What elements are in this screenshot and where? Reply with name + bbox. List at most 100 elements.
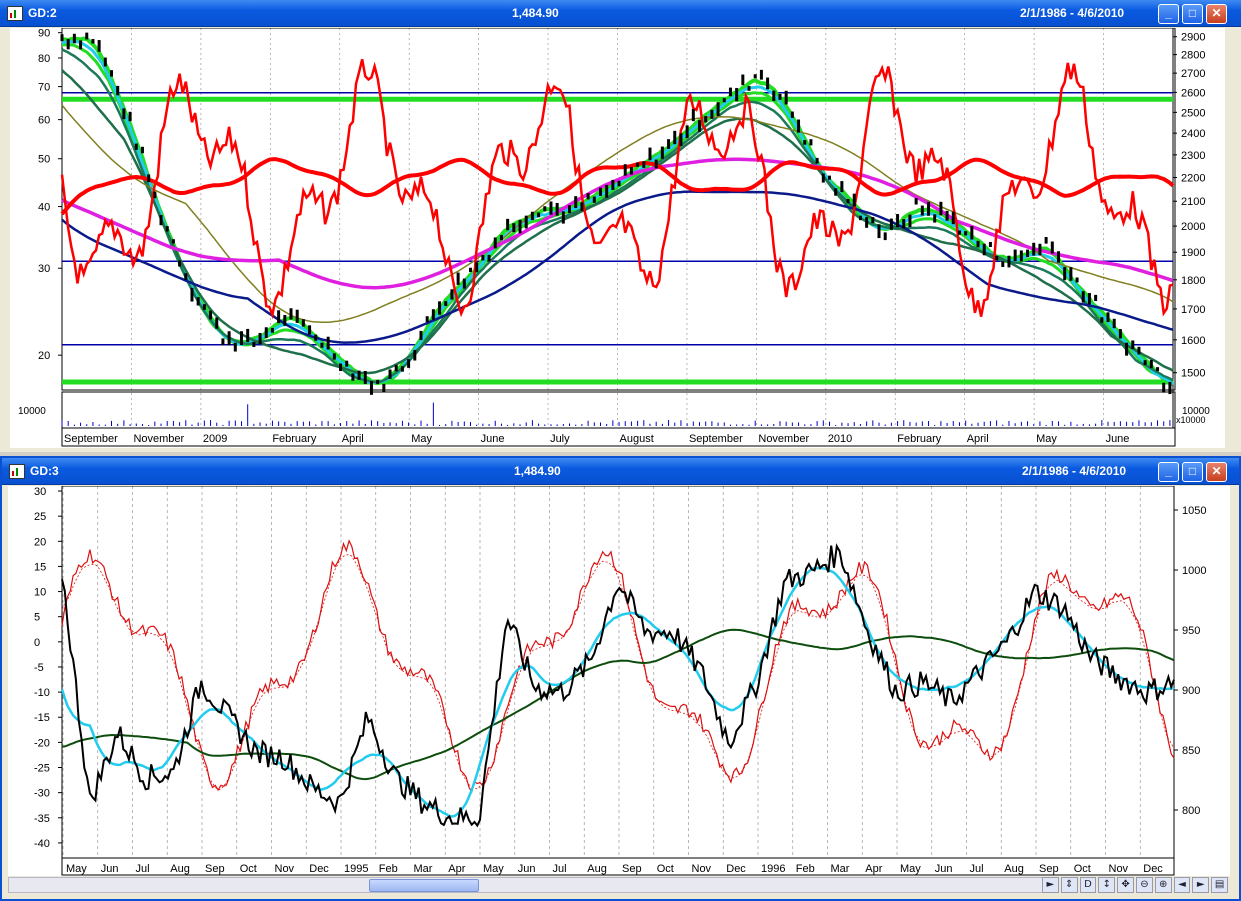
top-price-bar xyxy=(970,226,974,240)
top-right-tick-label: 2300 xyxy=(1181,150,1205,162)
prev-icon[interactable]: ◄ xyxy=(1173,877,1191,893)
bottom-left-tick-label: -15 xyxy=(34,712,50,724)
bottom-plot-frame xyxy=(61,485,1175,859)
top-price-bar xyxy=(72,33,76,44)
top-left-tick-label: 90 xyxy=(38,28,50,40)
pan-icon[interactable]: ↕ xyxy=(1098,877,1116,893)
top-price-bar xyxy=(506,218,510,231)
close-button[interactable]: ✕ xyxy=(1206,462,1227,482)
window-icon[interactable]: ▤ xyxy=(1211,877,1228,893)
top-price-bar xyxy=(598,187,602,196)
top-price-bar xyxy=(778,93,782,100)
top-price-bar xyxy=(939,201,943,216)
bottom-right-tick-label: 800 xyxy=(1182,805,1200,817)
bottom-plot-area: 30 25 20 15 10 5 0 -5 -10 -15 -20 -25 -30 -35 -40 1050… xyxy=(8,485,1230,876)
top-right-tick-label: 2500 xyxy=(1181,107,1205,119)
top-price-bar xyxy=(945,210,949,221)
zoom-out-icon[interactable]: ⊖ xyxy=(1135,877,1153,893)
top-price-bar xyxy=(438,301,442,315)
top-price-bar xyxy=(171,239,175,244)
bottom-title-bar[interactable]: GD:3 1,484.90 2/1/1986 - 4/6/2010 _ □ ✕ xyxy=(2,458,1239,485)
top-price-bar xyxy=(258,332,262,345)
next-icon[interactable]: ► xyxy=(1192,877,1210,893)
top-price-bar xyxy=(1112,318,1116,329)
top-price-bar xyxy=(376,379,380,384)
top-price-bar xyxy=(202,304,206,310)
top-left-tick-label: 30 xyxy=(38,263,50,275)
top-month-label: February xyxy=(272,433,317,445)
top-price-bar xyxy=(1075,277,1079,283)
top-price-bar xyxy=(1125,342,1129,356)
top-price-bar xyxy=(499,235,503,241)
bottom-month-label: Nov xyxy=(1109,863,1129,875)
top-price-bar xyxy=(964,231,968,236)
scroll-right-icon[interactable]: ► xyxy=(1042,877,1059,893)
top-price-bar xyxy=(908,214,912,228)
top-price-bar xyxy=(351,373,355,381)
bottom-month-label: Dec xyxy=(1143,863,1163,875)
top-right-tick-label: 1500 xyxy=(1181,368,1205,380)
zoom-in-icon[interactable]: ⊕ xyxy=(1154,877,1172,893)
top-right-tick-label: 2100 xyxy=(1181,196,1205,208)
maximize-button[interactable]: □ xyxy=(1182,4,1203,24)
top-price-bar xyxy=(1162,382,1166,393)
close-button[interactable]: ✕ xyxy=(1206,4,1227,24)
top-price-bar xyxy=(957,230,961,235)
top-price-bar xyxy=(289,308,293,320)
bottom-month-label: Oct xyxy=(240,863,257,875)
top-price-bar xyxy=(116,85,120,96)
top-price-bar xyxy=(852,193,856,207)
top-price-bar xyxy=(450,289,454,300)
top-left-tick-label: 70 xyxy=(38,82,50,94)
bottom-left-tick-label: 15 xyxy=(34,561,46,573)
top-left-tick-label: 50 xyxy=(38,154,50,166)
scrollbar-thumb[interactable] xyxy=(369,879,479,892)
bottom-month-label: Aug xyxy=(1004,863,1024,875)
top-price-bar xyxy=(865,217,869,228)
top-title-bar[interactable]: GD:2 1,484.90 2/1/1986 - 4/6/2010 _ □ ✕ xyxy=(0,0,1241,27)
bottom-title-left: GD:3 xyxy=(30,464,59,478)
d-icon[interactable]: D xyxy=(1079,877,1097,893)
top-price-bar xyxy=(728,87,732,97)
top-price-bar xyxy=(605,184,609,198)
top-price-bar xyxy=(1100,317,1104,323)
top-price-bar xyxy=(759,69,763,80)
top-price-bar xyxy=(128,111,132,122)
bottom-right-tick-label: 850 xyxy=(1182,745,1200,757)
refresh-icon[interactable]: ⇕ xyxy=(1060,877,1078,893)
top-price-bar xyxy=(698,120,702,132)
top-price-bar xyxy=(629,167,633,175)
chart-window-icon xyxy=(7,6,23,21)
top-price-bar xyxy=(741,74,745,86)
move-icon[interactable]: ✥ xyxy=(1117,877,1134,893)
top-price-bar xyxy=(667,139,671,149)
bottom-title-range: 2/1/1986 - 4/6/2010 xyxy=(1022,464,1127,478)
top-price-bar xyxy=(357,370,361,380)
bottom-month-label: Dec xyxy=(309,863,329,875)
top-price-bar xyxy=(190,287,194,302)
top-price-bar xyxy=(196,297,200,306)
bottom-month-label: Aug xyxy=(170,863,190,875)
maximize-button[interactable]: □ xyxy=(1182,462,1203,482)
top-price-bar xyxy=(623,164,627,176)
minimize-button[interactable]: _ xyxy=(1158,462,1179,482)
bottom-month-label: Oct xyxy=(1074,863,1091,875)
top-right-tick-label: 2900 xyxy=(1181,32,1205,44)
top-left-tick-label: 40 xyxy=(38,202,50,214)
top-month-label: May xyxy=(1036,433,1057,445)
top-price-bar xyxy=(568,205,572,214)
top-price-bar xyxy=(1106,312,1110,323)
top-price-bar xyxy=(827,175,831,180)
horizontal-scrollbar[interactable] xyxy=(8,877,1056,893)
top-price-bar xyxy=(1143,360,1147,366)
top-price-bar xyxy=(896,214,900,228)
top-chart-window: GD:2 1,484.90 2/1/1986 - 4/6/2010 _ □ ✕ … xyxy=(0,0,1241,452)
minimize-button[interactable]: _ xyxy=(1158,4,1179,24)
top-right-tick-label: 2800 xyxy=(1181,50,1205,62)
bottom-month-label: Jun xyxy=(518,863,536,875)
top-price-bar xyxy=(363,371,367,385)
top-price-bar xyxy=(753,74,757,79)
top-month-label: 2009 xyxy=(203,433,227,445)
top-price-bar xyxy=(914,198,918,205)
bottom-month-label: Sep xyxy=(205,863,225,875)
